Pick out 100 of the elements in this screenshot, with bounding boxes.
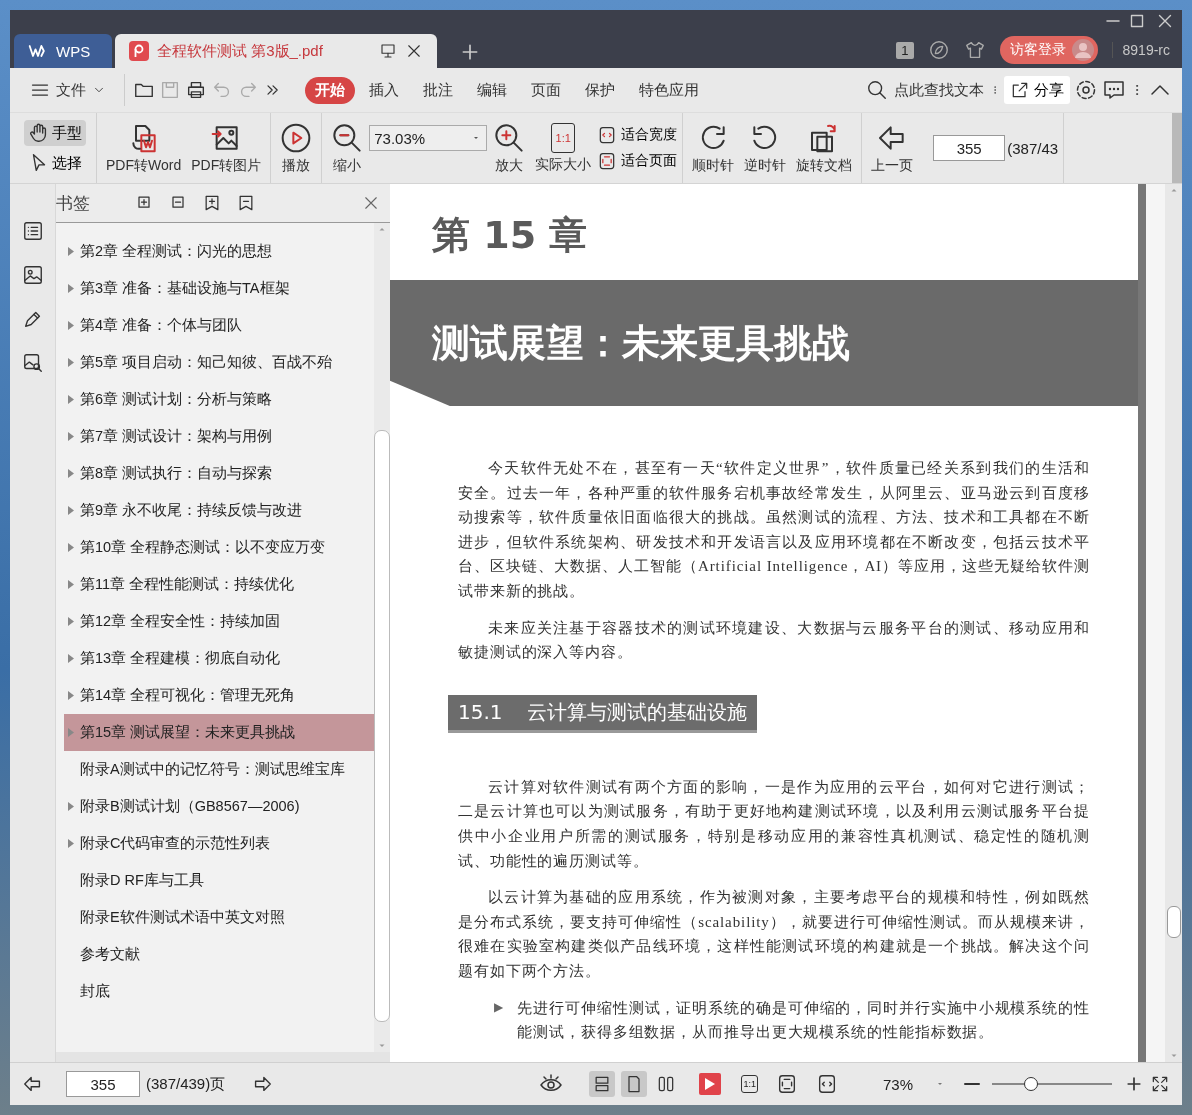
expand-caret-icon xyxy=(68,395,74,404)
actual-size-button[interactable]: 1:1 xyxy=(741,1075,758,1093)
bookmark-item[interactable]: 第3章 准备：基础设施与TA框架 xyxy=(64,270,374,307)
play-button[interactable]: 播放 xyxy=(276,119,317,177)
chapter-title: 测试展望：未来更具挑战 xyxy=(432,319,850,367)
pdf-word-button[interactable]: PDF转Word xyxy=(102,119,186,177)
expand-caret-icon xyxy=(68,691,74,700)
ribbon-tab[interactable]: 批注 xyxy=(413,76,463,104)
bookmark-item[interactable]: 第2章 全程测试：闪光的思想 xyxy=(64,233,374,270)
bookmark-item[interactable]: 封底 xyxy=(64,973,374,1010)
bookmark-item[interactable]: 第12章 全程安全性：持续加固 xyxy=(64,603,374,640)
hand-tool[interactable]: 手型 xyxy=(24,120,86,146)
home-tab[interactable]: WPS xyxy=(14,34,112,68)
bookmark-item[interactable]: 参考文献 xyxy=(64,936,374,973)
save-icon xyxy=(159,79,181,101)
page-number-field[interactable]: 355 xyxy=(66,1071,140,1097)
image-icon xyxy=(21,264,44,286)
pdf-file-icon xyxy=(129,41,149,61)
body-paragraph: 今天软件无处不在，甚至有一天“软件定义世界”，软件质量已经关系到我们的生活和安全。过去一年，各种严重的软件服务宕机事故经常发生，从阿里云、亚马逊云到百度移动搜索等，软件质量依旧面临很大的挑战。虽然测试的流程、方法、技术和工具都在不断进步，但软件系统架构、研发技术和开发语言以及应用环境都在不断改变，包括云技术平台、区块链、大数据、人工智能（Artificial Intelligence，AI）等应用，这些无疑给软件测试带来新的挑战。 xyxy=(458,459,1090,601)
file-menu[interactable]: 文件 xyxy=(20,76,116,104)
bookmark-item[interactable]: 附录D RF库与工具 xyxy=(64,862,374,899)
settings-icon xyxy=(1074,78,1098,102)
body-paragraph: 未来应关注基于容器技术的测试环境建设、大数据与云服务平台的测试、移动应用和敏捷测试的深入等内容。 xyxy=(458,618,1090,663)
expand-caret-icon xyxy=(68,469,74,478)
bookmark-item[interactable]: 第13章 全程建模：彻底自动化 xyxy=(64,640,374,677)
continuous-view-button[interactable] xyxy=(589,1071,616,1097)
counterclockwise-button[interactable]: 逆时针 xyxy=(740,119,791,177)
chat-icon xyxy=(1102,78,1126,102)
shirt-icon xyxy=(963,39,986,61)
share-button[interactable]: 分享 xyxy=(1004,76,1070,104)
bookmark-item[interactable]: 第11章 全程性能测试：持续优化 xyxy=(64,566,374,603)
expand-caret-icon xyxy=(68,247,74,256)
ribbon-tab[interactable]: 特色应用 xyxy=(629,76,709,104)
chapter-number: 第 15 章 xyxy=(431,212,589,259)
share-icon xyxy=(1010,80,1030,100)
zoom-out-button[interactable]: 缩小 xyxy=(327,119,368,177)
ribbon-tab[interactable]: 插入 xyxy=(359,76,409,104)
expand-caret-icon xyxy=(68,802,74,811)
scrollbar-thumb[interactable] xyxy=(1166,906,1181,938)
rotate-button[interactable]: 旋转文档 xyxy=(792,119,857,177)
scrollbar-thumb[interactable] xyxy=(374,430,390,1022)
play-icon xyxy=(705,1078,716,1090)
bookmark-item[interactable]: 第4章 准备：个体与团队 xyxy=(64,307,374,344)
ribbon-tab[interactable]: 页面 xyxy=(521,76,571,104)
slider-thumb[interactable] xyxy=(1023,1077,1038,1091)
bookmark-item[interactable]: 第9章 永不收尾：持续反馈与改进 xyxy=(64,492,374,529)
account-name: 8919-rc xyxy=(1111,42,1170,58)
page-count: (387/439)页 xyxy=(146,1074,226,1094)
expand-caret-icon xyxy=(68,543,74,552)
ribbon-tab[interactable]: 保护 xyxy=(575,76,625,104)
bookmark-item[interactable]: 第14章 全程可视化：管理无死角 xyxy=(64,677,374,714)
bookmark-item[interactable]: 第15章 测试展望：未来更具挑战 xyxy=(64,714,374,751)
zoom-out-icon xyxy=(331,121,364,154)
expand-caret-icon xyxy=(68,284,74,293)
page-number-field[interactable]: 355 xyxy=(933,135,1006,161)
expand-caret-icon xyxy=(68,358,74,367)
expand-caret-icon xyxy=(68,580,74,589)
minimize-icon xyxy=(1106,19,1120,23)
bookmark-item[interactable]: 第7章 测试设计：架构与用例 xyxy=(64,418,374,455)
bookmark-item[interactable]: 附录C代码审查的示范性列表 xyxy=(64,825,374,862)
search-text[interactable]: 点此查找文本 xyxy=(894,80,984,100)
close-icon xyxy=(362,194,380,212)
select-tool[interactable]: 选择 xyxy=(24,150,86,176)
bookmark-item[interactable]: 附录A测试中的记忆符号：测试思维宝库 xyxy=(64,751,374,788)
prev-button[interactable]: 上一页 xyxy=(867,119,918,177)
pdf-image-button[interactable]: PDF转图片 xyxy=(187,119,266,177)
bookmark-item[interactable]: 第10章 全程静态测试：以不变应万变 xyxy=(64,529,374,566)
zoom-level[interactable]: 73% xyxy=(868,1075,928,1093)
bookmark-item[interactable]: 第5章 项目启动：知己知彼、百战不殆 xyxy=(64,344,374,381)
fit-button[interactable]: 适合页面 xyxy=(597,151,678,171)
expand-caret-icon xyxy=(68,839,74,848)
actual-size-icon: 1:1 xyxy=(551,122,576,153)
actual-size-button[interactable]: 1:1 实际大小 xyxy=(531,120,596,176)
single-view-button[interactable] xyxy=(621,1071,648,1097)
zoom-in-button[interactable]: 放大 xyxy=(489,119,530,177)
bookmark-item[interactable]: 附录E软件测试术语中英文对照 xyxy=(64,899,374,936)
expand-caret-icon xyxy=(68,728,74,737)
ribbon-tab[interactable]: 编辑 xyxy=(467,76,517,104)
avatar-icon xyxy=(1071,39,1094,61)
play-icon xyxy=(280,121,313,154)
fit-button[interactable]: 适合宽度 xyxy=(597,125,678,145)
zoom-in-icon xyxy=(493,121,526,154)
bookmark-item[interactable]: 附录B测试计划（GB8567—2006) xyxy=(64,788,374,825)
bookmark-item[interactable]: 第6章 测试计划：分析与策略 xyxy=(64,381,374,418)
expand-caret-icon xyxy=(68,432,74,441)
body-paragraph: 云计算对软件测试有两个方面的影响，一是作为应用的云平台，如何对它进行测试；二是云计算也可以为测试服务，有助于更好地构建测试环境，以及利用云测试服务平台提供中小企业用户所需的测试服务，特别是移动应用的兼容性真机测试、稳定性的随机测试、功能性的遍历测试等。 xyxy=(458,777,1090,871)
document-tab[interactable]: 全程软件测试 第3版_.pdf xyxy=(115,34,437,68)
leaf-icon xyxy=(927,39,950,61)
fit-page-icon xyxy=(776,1073,798,1095)
bullet-paragraph: 先进行可伸缩性测试，证明系统的确是可伸缩的，同时并行实施中小规模系统的性能测试，获得多组数据，从而推导出更大规模系统的性能指标数据。 xyxy=(517,998,1090,1043)
page-count: (387/43 xyxy=(1007,139,1059,157)
play-button[interactable] xyxy=(699,1073,722,1095)
bullet-marker: ▶ xyxy=(494,998,504,1016)
bookmark-item[interactable]: 第8章 测试执行：自动与探索 xyxy=(64,455,374,492)
zoom-dropdown[interactable]: 73.03% xyxy=(369,125,488,151)
clockwise-button[interactable]: 顺时针 xyxy=(688,119,739,177)
ribbon-tab[interactable]: 开始 xyxy=(305,76,355,104)
image-search-icon xyxy=(21,352,44,374)
expand-caret-icon xyxy=(68,654,74,663)
zoom-out-icon xyxy=(964,1082,980,1086)
